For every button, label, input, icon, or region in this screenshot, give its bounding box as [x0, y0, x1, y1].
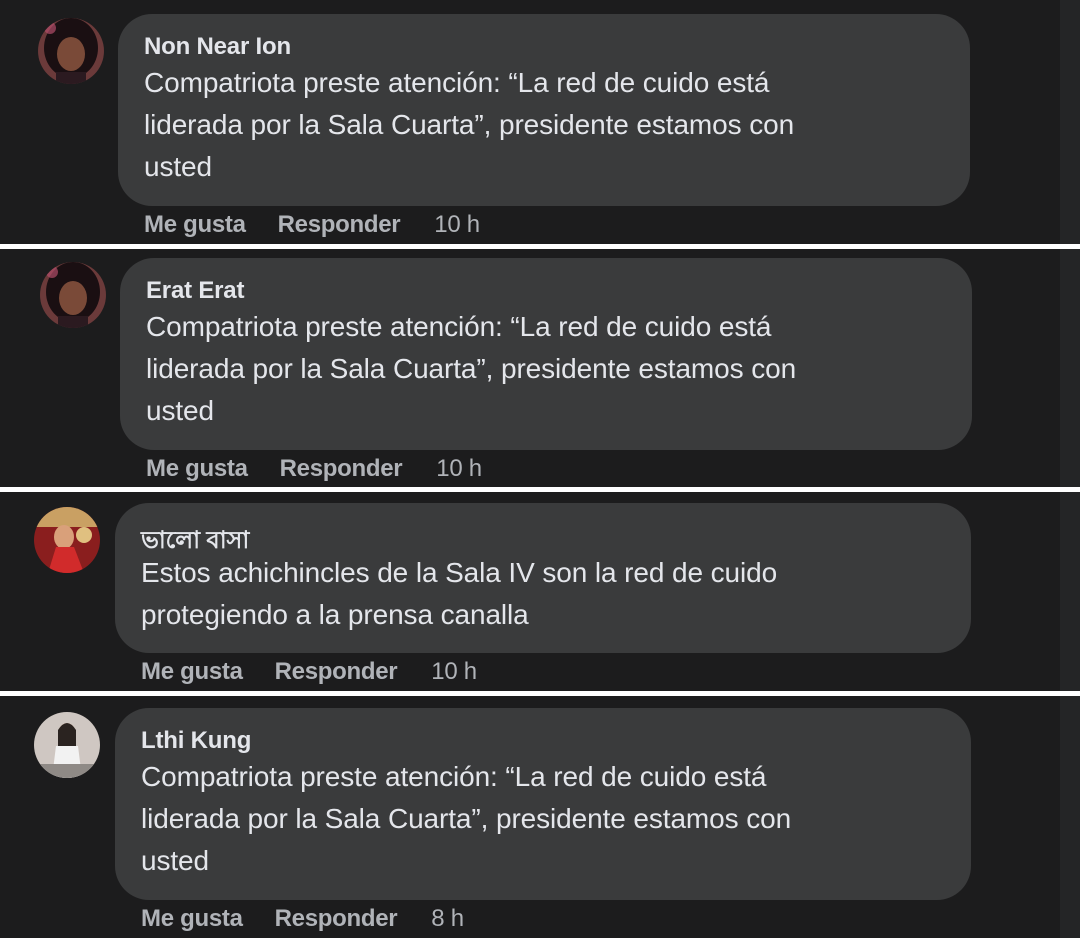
- comment-timestamp[interactable]: 10 h: [434, 211, 480, 239]
- scroll-track: [1060, 696, 1080, 938]
- like-button[interactable]: Me gusta: [146, 455, 248, 483]
- comment-text: Estos achichincles de la Sala IV son la …: [141, 557, 778, 630]
- like-button[interactable]: Me gusta: [144, 211, 246, 239]
- like-button[interactable]: Me gusta: [141, 658, 243, 686]
- comment-panel: Lthi Kung Compatriota preste atención: “…: [0, 696, 1080, 938]
- profile-photo-icon: [34, 712, 100, 778]
- reply-button[interactable]: Responder: [278, 211, 401, 239]
- scroll-track: [1060, 0, 1080, 244]
- comment-panel: Non Near Ion Compatriota preste atención…: [0, 0, 1080, 244]
- comment-author[interactable]: Erat Erat: [146, 277, 244, 305]
- comment-text: Compatriota preste atención: “La red de …: [146, 311, 797, 426]
- comment-timestamp[interactable]: 10 h: [436, 455, 482, 483]
- comment-actions: Me gusta Responder 10 h: [146, 455, 482, 483]
- comment-actions: Me gusta Responder 10 h: [144, 211, 480, 239]
- scroll-track: [1060, 492, 1080, 691]
- profile-photo-icon: [38, 18, 104, 84]
- comment-panel: ভালো বাসা Estos achichincles de la Sala …: [0, 492, 1080, 691]
- comment-timestamp[interactable]: 8 h: [431, 905, 464, 933]
- scroll-track: [1060, 249, 1080, 487]
- comment-text: Compatriota preste atención: “La red de …: [144, 67, 795, 182]
- like-button[interactable]: Me gusta: [141, 905, 243, 933]
- comment-actions: Me gusta Responder 10 h: [141, 658, 477, 686]
- reply-button[interactable]: Responder: [275, 658, 398, 686]
- reply-button[interactable]: Responder: [275, 905, 398, 933]
- comment-author[interactable]: Non Near Ion: [144, 33, 291, 61]
- comment-actions: Me gusta Responder 8 h: [141, 905, 464, 933]
- comment-timestamp[interactable]: 10 h: [431, 658, 477, 686]
- profile-photo-icon: [40, 262, 106, 328]
- avatar[interactable]: [38, 18, 104, 84]
- avatar[interactable]: [34, 712, 100, 778]
- avatar[interactable]: [40, 262, 106, 328]
- profile-photo-icon: [34, 507, 100, 573]
- comment-panel: Erat Erat Compatriota preste atención: “…: [0, 249, 1080, 487]
- comment-author[interactable]: Lthi Kung: [141, 727, 251, 755]
- comment-text: Compatriota preste atención: “La red de …: [141, 761, 792, 876]
- avatar[interactable]: [34, 507, 100, 573]
- reply-button[interactable]: Responder: [280, 455, 403, 483]
